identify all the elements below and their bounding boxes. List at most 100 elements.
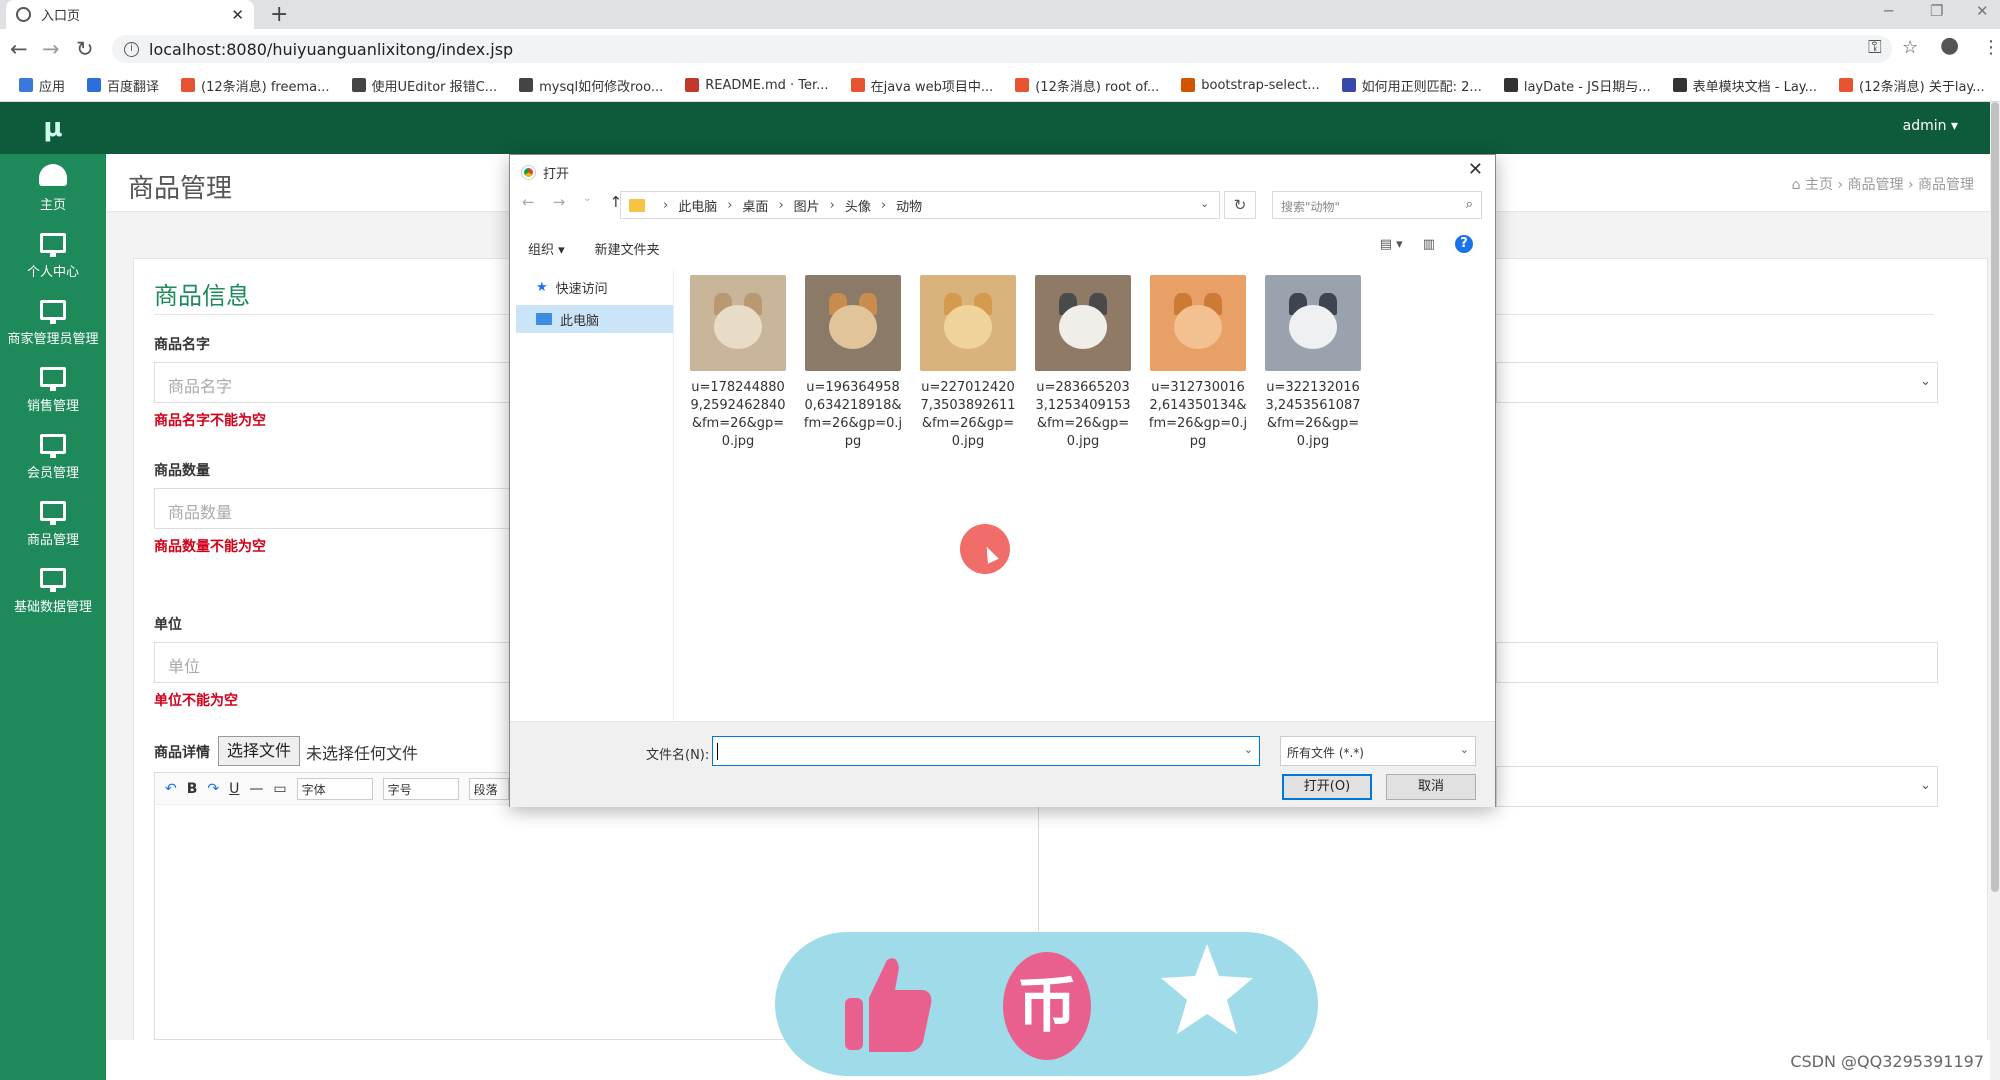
bookmark-item[interactable]: 百度翻译: [78, 76, 168, 95]
address-bar[interactable]: i localhost:8080/huiyuanguanlixitong/ind…: [112, 35, 1892, 63]
view-mode-icon[interactable]: ▤ ▾: [1380, 237, 1403, 252]
font-family-select[interactable]: 字体: [296, 777, 373, 800]
profile-icon[interactable]: ●: [1940, 33, 1959, 58]
favorite-star-icon[interactable]: [1157, 940, 1257, 1040]
browser-tab[interactable]: 入口页 ✕: [6, 0, 254, 29]
font-size-select[interactable]: 字号: [382, 777, 459, 800]
sidebar-item[interactable]: 个人中心: [0, 223, 106, 290]
paragraph-select[interactable]: 段落: [468, 777, 509, 800]
bookmark-star-icon[interactable]: ☆: [1902, 37, 1918, 58]
reload-icon[interactable]: ↻: [76, 37, 94, 61]
bookmark-item[interactable]: (12条消息) freema...: [172, 76, 338, 95]
bookmark-item[interactable]: mysql如何修改roo...: [510, 76, 672, 95]
bookmark-item[interactable]: README.md · Ter...: [676, 78, 837, 93]
sidebar-item[interactable]: 商家管理员管理: [0, 290, 106, 357]
breadcrumb-text[interactable]: 主页 › 商品管理 › 商品管理: [1805, 177, 1974, 193]
bookmark-item[interactable]: 如何用正则匹配: 2...: [1333, 76, 1491, 95]
recent-chevron-icon[interactable]: ⌄: [583, 193, 591, 211]
forward-icon[interactable]: →: [42, 37, 60, 61]
bold-icon[interactable]: B: [187, 781, 198, 797]
restore-icon[interactable]: ❐: [1930, 2, 1943, 20]
right-select-1[interactable]: [1496, 362, 1938, 403]
file-item[interactable]: u=1782448809,2592462840&fm=26&gp=0.jpg: [690, 275, 786, 451]
bookmark-item[interactable]: 使用UEditor 报错C...: [343, 76, 507, 95]
path-segment[interactable]: 图片: [794, 196, 820, 215]
redo-icon[interactable]: ↷: [207, 781, 219, 797]
monitor-icon: [40, 233, 66, 257]
clear-format-icon[interactable]: ▭: [273, 781, 286, 797]
monitor-icon: [40, 568, 66, 592]
like-coin-favorite-overlay: 币: [775, 932, 1318, 1076]
tab-close-button[interactable]: ✕: [231, 6, 244, 24]
path-segment[interactable]: 头像: [845, 196, 871, 215]
bookmark-item[interactable]: (12条消息) 关于lay...: [1830, 76, 1994, 95]
bookmark-item[interactable]: 应用: [10, 76, 74, 95]
site-info-icon[interactable]: i: [124, 41, 139, 57]
underline-icon[interactable]: U: [229, 781, 239, 797]
file-item[interactable]: u=1963649580,634218918&fm=26&gp=0.jpg: [803, 275, 903, 451]
file-item[interactable]: u=2270124207,3503892611&fm=26&gp=0.jpg: [920, 275, 1016, 451]
bookmark-item[interactable]: 表单模块文档 - Lay...: [1664, 76, 1826, 95]
path-dropdown-icon[interactable]: ⌄: [1200, 197, 1209, 210]
scrollbar-thumb[interactable]: [1991, 102, 1999, 892]
back-icon[interactable]: ←: [10, 37, 28, 61]
new-folder-button[interactable]: 新建文件夹: [595, 239, 660, 258]
refresh-button[interactable]: ↻: [1224, 191, 1256, 219]
close-window-icon[interactable]: ✕: [1976, 2, 1989, 20]
minimize-icon[interactable]: ─: [1884, 2, 1893, 20]
path-segment[interactable]: 此电脑: [678, 196, 717, 215]
product-name-input[interactable]: 商品名字: [154, 362, 514, 403]
file-type-select[interactable]: 所有文件 (*.*) ⌄: [1280, 736, 1476, 766]
favicon-icon: [1672, 78, 1687, 92]
file-item[interactable]: u=3127300162,614350134&fm=26&gp=0.jpg: [1148, 275, 1248, 451]
path-breadcrumb[interactable]: › 此电脑 › 桌面 › 图片 › 头像 › 动物: [620, 191, 1220, 219]
open-button[interactable]: 打开(O): [1282, 774, 1372, 800]
horizontal-rule-icon[interactable]: —: [249, 781, 263, 797]
sidebar-item[interactable]: 主页: [0, 154, 106, 223]
sidebar-item[interactable]: 商品管理: [0, 491, 106, 558]
sidebar-item[interactable]: 销售管理: [0, 357, 106, 424]
nav-pane-item[interactable]: 此电脑: [516, 305, 673, 333]
chevron-right-icon: ›: [829, 197, 835, 213]
filename-input[interactable]: ⌄: [712, 736, 1260, 766]
path-segment[interactable]: 桌面: [742, 196, 768, 215]
bookmark-item[interactable]: (12条消息) root of...: [1006, 76, 1168, 95]
key-icon[interactable]: ⚿: [1868, 37, 1882, 58]
bookmark-item[interactable]: bootstrap-select...: [1172, 78, 1328, 93]
cancel-button[interactable]: 取消: [1386, 774, 1476, 800]
right-input-2[interactable]: [1496, 642, 1938, 683]
bookmark-item[interactable]: 在java web项目中...: [842, 76, 1003, 95]
unit-input[interactable]: 单位: [154, 642, 514, 683]
dialog-search-input[interactable]: 搜索"动物" ⌕: [1272, 191, 1482, 219]
undo-icon[interactable]: ↶: [165, 781, 177, 797]
forward-icon[interactable]: →: [553, 193, 566, 211]
coin-icon[interactable]: 币: [1003, 952, 1091, 1060]
dialog-close-icon[interactable]: ✕: [1468, 159, 1483, 180]
preview-pane-icon[interactable]: ▥: [1423, 237, 1435, 252]
new-tab-button[interactable]: +: [270, 2, 288, 27]
file-name: u=3127300162,614350134&fm=26&gp=0.jpg: [1148, 380, 1248, 449]
path-segment[interactable]: 动物: [896, 196, 922, 215]
sidebar-item[interactable]: 基础数据管理: [0, 558, 106, 625]
sidebar-item[interactable]: 会员管理: [0, 424, 106, 491]
file-item[interactable]: u=2836652033,1253409153&fm=26&gp=0.jpg: [1035, 275, 1131, 451]
sidebar-item-label: 个人中心: [26, 265, 79, 280]
admin-menu[interactable]: admin ▾: [1903, 118, 1958, 134]
choose-file-button[interactable]: 选择文件: [218, 736, 300, 766]
chevron-down-icon[interactable]: ⌄: [1244, 743, 1253, 756]
nav-pane-item[interactable]: ★ 快速访问: [510, 273, 673, 301]
right-select-3[interactable]: [1496, 766, 1938, 807]
help-icon[interactable]: ?: [1455, 235, 1473, 253]
dialog-footer: 文件名(N): ⌄ 所有文件 (*.*) ⌄ 打开(O) 取消: [510, 721, 1495, 807]
file-item[interactable]: u=3221320163,2453561087&fm=26&gp=0.jpg: [1265, 275, 1361, 451]
page-scrollbar[interactable]: [1990, 102, 2000, 1080]
globe-icon: [16, 7, 31, 22]
thumbs-up-icon[interactable]: [843, 954, 933, 1054]
back-icon[interactable]: ←: [522, 193, 535, 211]
detail-label: 商品详情: [154, 745, 210, 761]
file-name: u=1963649580,634218918&fm=26&gp=0.jpg: [803, 380, 903, 449]
organize-menu[interactable]: 组织 ▾: [528, 239, 565, 258]
bookmark-item[interactable]: layDate - JS日期与...: [1495, 76, 1660, 95]
quantity-input[interactable]: 商品数量: [154, 488, 514, 529]
menu-dots-icon[interactable]: ⋮: [1982, 37, 2000, 58]
